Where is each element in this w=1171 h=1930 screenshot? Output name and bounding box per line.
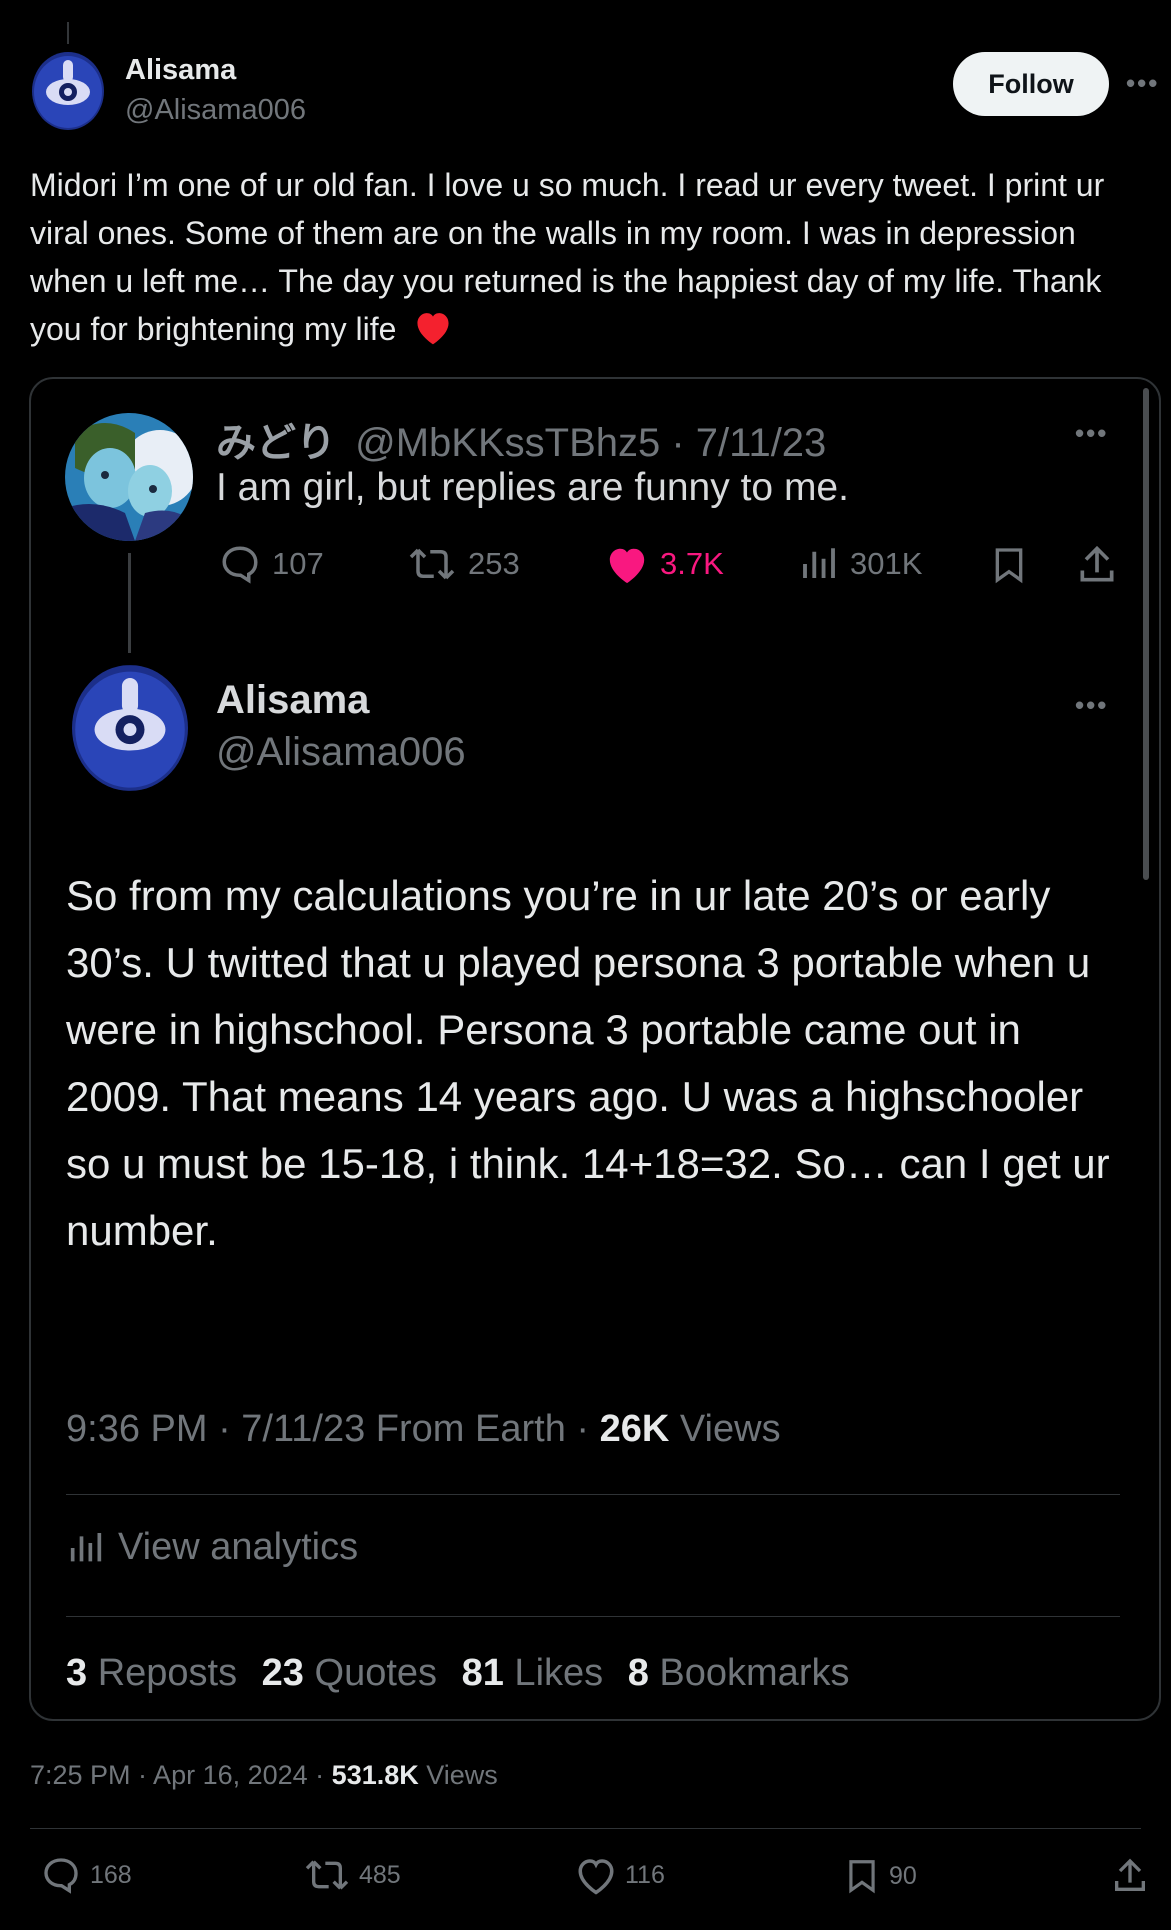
reply-divider-2 bbox=[66, 1616, 1120, 1617]
red-heart-icon bbox=[411, 308, 455, 359]
analytics-icon bbox=[70, 1532, 102, 1561]
like-count: 116 bbox=[625, 1860, 665, 1889]
original-like-count: 3.7K bbox=[660, 546, 724, 581]
original-author-avatar bbox=[65, 413, 193, 541]
reply-author-avatar bbox=[72, 665, 188, 791]
post-timestamp: 7:25 PM · Apr 16, 2024 · 531.8K Views bbox=[30, 1760, 498, 1791]
analytics-icon bbox=[803, 548, 835, 578]
reply-time: 9:36 PM · 7/11/23 From Earth · bbox=[66, 1408, 600, 1450]
view-analytics-label: View analytics bbox=[118, 1526, 359, 1568]
more-options-icon[interactable]: ••• bbox=[1126, 68, 1159, 99]
reply-engagement-summary: 3 Reposts 23 Quotes 81 Likes 8 Bookmarks bbox=[66, 1652, 849, 1695]
original-bookmark-icon bbox=[989, 543, 1029, 592]
post-divider-1 bbox=[30, 1828, 1141, 1829]
original-views-count: 301K bbox=[850, 546, 923, 581]
reply-icon bbox=[222, 546, 258, 584]
author-handle[interactable]: @Alisama006 bbox=[125, 94, 306, 127]
bookmark-icon bbox=[849, 1860, 875, 1894]
reply-bookmarks-count: 8 bbox=[627, 1652, 649, 1694]
original-like-stat: 3.7K bbox=[604, 543, 724, 585]
reply-author-handle: @Alisama006 bbox=[216, 730, 466, 774]
post-text-body: Midori I’m one of ur old fan. I love u s… bbox=[30, 167, 1105, 347]
share-button[interactable] bbox=[1110, 1855, 1150, 1902]
reply-reposts-count: 3 bbox=[66, 1652, 88, 1694]
author-avatar[interactable] bbox=[32, 52, 104, 130]
repost-count: 485 bbox=[359, 1860, 401, 1889]
view-analytics-link: View analytics bbox=[66, 1526, 358, 1569]
follow-button[interactable]: Follow bbox=[953, 52, 1109, 116]
bookmark-button[interactable]: 90 bbox=[843, 1855, 917, 1897]
avatar-eye-icon bbox=[72, 665, 188, 791]
liked-heart-icon bbox=[609, 548, 645, 584]
reply-divider-1 bbox=[66, 1494, 1120, 1495]
like-button[interactable]: 116 bbox=[575, 1855, 665, 1895]
thread-connector bbox=[128, 553, 131, 653]
reply-button[interactable]: 168 bbox=[40, 1855, 132, 1895]
reply-bookmarks-label: Bookmarks bbox=[648, 1652, 850, 1694]
reply-quotes-count: 23 bbox=[261, 1652, 304, 1694]
original-share-icon bbox=[1075, 543, 1119, 592]
original-repost-count: 253 bbox=[468, 546, 520, 581]
original-handle-date: @MbKKssTBhz5 · 7/11/23 bbox=[355, 421, 827, 465]
quoted-scrollbar[interactable] bbox=[1143, 388, 1149, 880]
original-reply-stat: 107 bbox=[218, 543, 324, 585]
reply-text: So from my calculations you’re in ur lat… bbox=[66, 872, 1110, 1254]
reply-likes-count: 81 bbox=[461, 1652, 504, 1694]
original-text: I am girl, but replies are funny to me. bbox=[216, 466, 849, 509]
share-icon bbox=[1115, 1858, 1145, 1891]
original-header: みどり @MbKKssTBhz5 · 7/11/23 bbox=[216, 410, 826, 468]
reply-views-label: Views bbox=[669, 1408, 781, 1450]
repost-icon bbox=[305, 1860, 349, 1890]
bookmark-count: 90 bbox=[889, 1861, 917, 1890]
original-author-name: みどり bbox=[216, 421, 336, 465]
post-views-count: 531.8K bbox=[331, 1760, 419, 1790]
original-views-stat: 301K bbox=[798, 543, 922, 585]
repost-icon bbox=[409, 548, 455, 580]
reply-views-count: 26K bbox=[599, 1408, 670, 1450]
reply-icon bbox=[44, 1858, 78, 1894]
reply-count: 168 bbox=[90, 1860, 132, 1889]
reply-timestamp: 9:36 PM · 7/11/23 From Earth · 26K Views bbox=[66, 1408, 781, 1451]
original-repost-stat: 253 bbox=[406, 543, 520, 585]
original-more-icon: ••• bbox=[1075, 418, 1109, 448]
post-text: Midori I’m one of ur old fan. I love u s… bbox=[30, 161, 1150, 359]
reply-likes-label: Likes bbox=[503, 1652, 604, 1694]
reply-author-name: Alisama bbox=[216, 678, 370, 722]
heart-icon bbox=[578, 1859, 614, 1895]
repost-button[interactable]: 485 bbox=[303, 1855, 401, 1895]
post-time[interactable]: 7:25 PM · Apr 16, 2024 · bbox=[30, 1760, 332, 1790]
reply-quotes-label: Quotes bbox=[303, 1652, 438, 1694]
avatar-eye-icon bbox=[32, 52, 104, 130]
reply-reposts-label: Reposts bbox=[87, 1652, 238, 1694]
original-reply-count: 107 bbox=[272, 546, 324, 581]
author-name[interactable]: Alisama bbox=[125, 54, 236, 87]
reply-more-icon: ••• bbox=[1075, 690, 1109, 720]
post-views-label: Views bbox=[418, 1760, 498, 1790]
thread-connector-top bbox=[67, 22, 69, 44]
anime-avatar-icon bbox=[65, 413, 193, 541]
